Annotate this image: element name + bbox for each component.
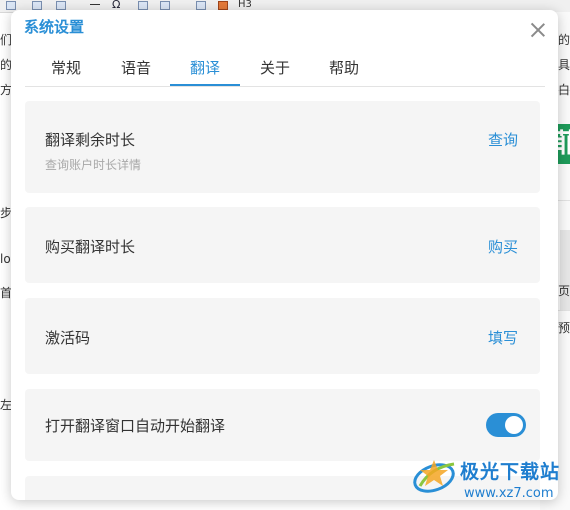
background-text: 预 (558, 321, 570, 335)
watermark-url: www.xz7.com (464, 486, 554, 501)
watermark-name: 极光下载站 (460, 461, 561, 483)
toolbar-icon[interactable] (138, 1, 148, 10)
toggle-knob (505, 416, 523, 434)
auto-translate-toggle[interactable] (486, 413, 526, 437)
watermark-logo-icon (413, 460, 455, 493)
background-text: 具 (558, 58, 570, 72)
background-text: lo (0, 252, 11, 266)
tab-about[interactable]: 关于 (245, 56, 305, 86)
card-title: 购买翻译时长 (45, 238, 136, 256)
card-auto-translate: 打开翻译窗口自动开始翻译 (25, 389, 540, 461)
card-activation-code: 激活码 填写 (25, 298, 540, 374)
toolbar-icon[interactable] (56, 1, 66, 10)
toolbar-image-icon[interactable] (218, 1, 228, 10)
toolbar-icon[interactable] (160, 1, 170, 10)
query-link[interactable]: 查询 (488, 129, 518, 150)
tab-bar: 常规 语音 翻译 关于 帮助 (11, 56, 558, 86)
tab-voice[interactable]: 语音 (106, 56, 166, 86)
background-text: 的 (558, 33, 570, 47)
card-buy-time: 购买翻译时长 购买 (25, 207, 540, 283)
tab-translate[interactable]: 翻译 (175, 56, 235, 86)
card-title: 激活码 (45, 329, 91, 347)
toolbar-icon[interactable] (6, 1, 16, 10)
close-icon[interactable] (529, 21, 547, 39)
card-remaining-time: 翻译剩余时长 查询账户时长详情 查询 (25, 101, 540, 193)
card-title: 翻译剩余时长 (45, 131, 136, 149)
fill-in-link[interactable]: 填写 (488, 327, 518, 348)
tab-general[interactable]: 常规 (36, 56, 96, 86)
dialog-title: 系统设置 (24, 18, 85, 36)
toolbar-icon[interactable] (196, 1, 206, 10)
settings-dialog: 系统设置 常规 语音 翻译 关于 帮助 翻译剩余时长 查询账户时长详情 查询 购… (11, 10, 558, 500)
toolbar-icon[interactable] (32, 1, 42, 10)
card-title: 打开翻译窗口自动开始翻译 (45, 417, 226, 435)
settings-content[interactable]: 翻译剩余时长 查询账户时长详情 查询 购买翻译时长 购买 激活码 填写 打开翻译… (11, 87, 558, 500)
watermark: 极光下载站 www.xz7.com (410, 452, 570, 510)
background-scrollbar[interactable] (560, 230, 570, 310)
buy-link[interactable]: 购买 (488, 236, 518, 257)
toolbar-line-icon[interactable] (90, 4, 100, 5)
background-text: 白 (558, 83, 570, 97)
background-text: 页 (558, 284, 570, 298)
tab-help[interactable]: 帮助 (314, 56, 374, 86)
card-subtitle: 查询账户时长详情 (45, 158, 142, 172)
